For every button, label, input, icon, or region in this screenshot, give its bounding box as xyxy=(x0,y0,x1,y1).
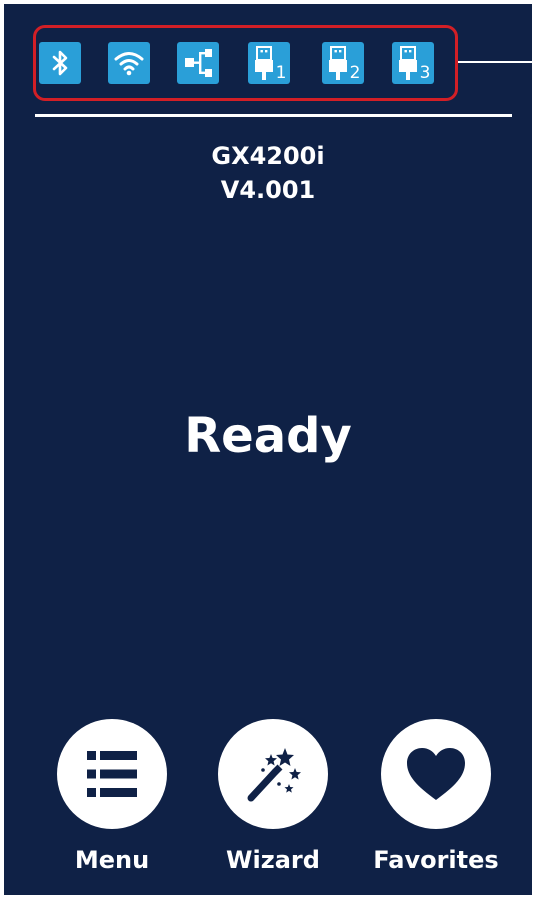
menu-icon[interactable] xyxy=(57,719,167,829)
wizard-label: Wizard xyxy=(226,846,320,874)
printer-status: Ready xyxy=(184,408,352,464)
usb-port-number: 3 xyxy=(420,63,431,81)
ethernet-icon xyxy=(177,42,219,84)
firmware-version: V4.001 xyxy=(220,176,316,204)
bluetooth-icon xyxy=(39,42,81,84)
heart-icon[interactable] xyxy=(381,719,491,829)
usb-port-number: 1 xyxy=(276,63,287,81)
usb-port-number: 2 xyxy=(350,63,361,81)
header-divider xyxy=(35,114,512,117)
model-name: GX4200i xyxy=(211,142,325,170)
printer-display: 1 2 3 GX4200i V4.001 Ready Menu Wizard F… xyxy=(4,4,532,895)
magic-wand-icon[interactable] xyxy=(218,719,328,829)
menu-button[interactable]: Menu xyxy=(42,719,182,889)
callout-line xyxy=(458,61,532,63)
favorites-button[interactable]: Favorites xyxy=(366,719,506,889)
usb-1-icon: 1 xyxy=(248,42,290,84)
usb-3-icon: 3 xyxy=(392,42,434,84)
favorites-label: Favorites xyxy=(373,846,499,874)
usb-2-icon: 2 xyxy=(322,42,364,84)
menu-label: Menu xyxy=(74,846,150,874)
wizard-button[interactable]: Wizard xyxy=(203,719,343,889)
wifi-icon xyxy=(108,42,150,84)
